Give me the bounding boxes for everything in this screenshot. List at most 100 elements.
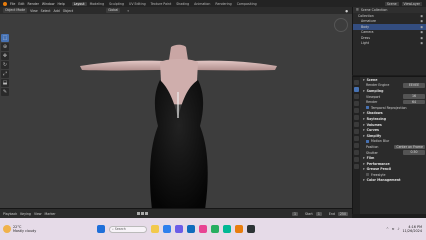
- eye-icon[interactable]: ◉: [420, 19, 423, 23]
- viewport-menu-view[interactable]: View: [30, 9, 38, 13]
- blender-icon[interactable]: [235, 225, 243, 233]
- world-tab-icon[interactable]: [354, 115, 359, 120]
- character-model[interactable]: [0, 14, 352, 208]
- checkbox[interactable]: [366, 173, 369, 177]
- timeline-menu-marker[interactable]: Marker: [45, 212, 56, 216]
- field-value[interactable]: 16: [403, 94, 425, 99]
- section-label[interactable]: Color Management: [367, 178, 401, 182]
- weather-widget[interactable]: 22°C Mostly cloudy: [3, 225, 57, 233]
- menu-render[interactable]: Render: [28, 2, 39, 6]
- viewport-menu-add[interactable]: Add: [54, 9, 60, 13]
- timeline-menu-keying[interactable]: Keying: [20, 212, 31, 216]
- search-box[interactable]: ⌕ Search: [109, 225, 147, 233]
- timeline-menu-playback[interactable]: Playback: [3, 212, 17, 216]
- chevron-down-icon[interactable]: ▾: [363, 117, 365, 121]
- chevron-down-icon[interactable]: ▾: [363, 162, 365, 166]
- modifier-tab-icon[interactable]: [354, 129, 359, 134]
- workspace-tab-rendering[interactable]: Rendering: [213, 2, 233, 6]
- menu-edit[interactable]: Edit: [18, 2, 24, 6]
- viewport-menu-select[interactable]: Select: [41, 9, 51, 13]
- eye-icon[interactable]: ◉: [420, 14, 423, 18]
- speaker-icon[interactable]: ♪: [397, 227, 399, 231]
- section-label[interactable]: Raytracing: [367, 117, 386, 121]
- scene-tab-icon[interactable]: [354, 108, 359, 113]
- browser-icon[interactable]: [163, 225, 171, 233]
- chevron-down-icon[interactable]: ▾: [363, 156, 365, 160]
- eye-icon[interactable]: ◉: [420, 41, 423, 45]
- physics-tab-icon[interactable]: [354, 143, 359, 148]
- tool-tab-icon[interactable]: [354, 80, 359, 85]
- mail-icon[interactable]: [187, 225, 195, 233]
- field-value[interactable]: 64: [403, 99, 425, 105]
- section-label[interactable]: Grease Pencil: [367, 167, 392, 171]
- chevron-down-icon[interactable]: ▾: [363, 134, 365, 138]
- particles-tab-icon[interactable]: [354, 136, 359, 141]
- media-icon[interactable]: [199, 225, 207, 233]
- outliner-row[interactable]: Light ◉: [353, 41, 426, 47]
- section-label[interactable]: Sampling: [367, 89, 384, 93]
- eye-icon[interactable]: ◉: [420, 36, 423, 40]
- current-frame-field[interactable]: 1: [291, 211, 299, 216]
- chevron-down-icon[interactable]: ▾: [363, 89, 365, 93]
- workspace-tab-animation[interactable]: Animation: [192, 2, 212, 6]
- start-frame-field[interactable]: 1: [315, 211, 322, 216]
- shading-solid-icon[interactable]: ●: [345, 9, 348, 13]
- jump-start-icon[interactable]: [136, 212, 140, 215]
- play-icon[interactable]: [140, 212, 144, 215]
- material-tab-icon[interactable]: [354, 164, 359, 169]
- transform-orientation[interactable]: Global: [106, 8, 121, 13]
- field-value[interactable]: EEVEE: [403, 83, 425, 88]
- render-tab-icon[interactable]: [354, 87, 359, 92]
- 3d-viewport[interactable]: ⬚ ⊕ ✥ ↻ ⤢ ⬓ ✎: [0, 14, 352, 208]
- view-layer-tab-icon[interactable]: [354, 101, 359, 106]
- timeline-menu-view[interactable]: View: [34, 212, 42, 216]
- view-layer-selector[interactable]: ViewLayer: [401, 1, 422, 6]
- workspace-tab-shading[interactable]: Shading: [174, 2, 191, 6]
- chevron-down-icon[interactable]: ▾: [363, 123, 365, 127]
- menu-window[interactable]: Window: [42, 2, 55, 6]
- chat-icon[interactable]: [211, 225, 219, 233]
- file-explorer-icon[interactable]: [151, 225, 159, 233]
- viewport-menu-object[interactable]: Object: [63, 9, 73, 13]
- store-icon[interactable]: [175, 225, 183, 233]
- chevron-down-icon[interactable]: ▾: [363, 167, 365, 171]
- terminal-icon[interactable]: [247, 225, 255, 233]
- jump-end-icon[interactable]: [144, 212, 148, 215]
- object-tab-icon[interactable]: [354, 122, 359, 127]
- wifi-icon[interactable]: ≋: [392, 227, 395, 231]
- photos-icon[interactable]: [223, 225, 231, 233]
- clock[interactable]: 4:16 PM 11/26/2024: [402, 225, 422, 233]
- section-label[interactable]: Simplify: [367, 134, 382, 138]
- section-label[interactable]: Curves: [367, 128, 379, 132]
- field-value[interactable]: Center on Frame: [394, 144, 425, 150]
- section-label[interactable]: Shadows: [367, 111, 383, 115]
- chevron-down-icon[interactable]: ▾: [363, 178, 365, 182]
- menu-help[interactable]: Help: [57, 2, 64, 6]
- field-value[interactable]: 0.50: [403, 150, 425, 155]
- chevron-down-icon[interactable]: ▾: [363, 128, 365, 132]
- constraints-tab-icon[interactable]: [354, 150, 359, 155]
- chevron-down-icon[interactable]: ▾: [363, 78, 365, 82]
- workspace-tab-modeling[interactable]: Modeling: [88, 2, 107, 6]
- snap-icon[interactable]: ⌖: [127, 9, 129, 13]
- workspace-tab-texture-paint[interactable]: Texture Paint: [149, 2, 174, 6]
- mode-selector[interactable]: Object Mode: [3, 8, 28, 13]
- workspace-tab-uv-editing[interactable]: UV Editing: [127, 2, 148, 6]
- workspace-tab-compositing[interactable]: Compositing: [235, 2, 259, 6]
- scene-selector[interactable]: Scene: [384, 1, 399, 6]
- section-label[interactable]: Film: [367, 156, 375, 160]
- end-frame-field[interactable]: 250: [337, 211, 348, 216]
- data-tab-icon[interactable]: [354, 157, 359, 162]
- chevron-up-icon[interactable]: ^: [386, 227, 389, 231]
- start-icon[interactable]: [97, 225, 105, 233]
- section-label[interactable]: Volumes: [367, 123, 382, 127]
- menu-file[interactable]: File: [10, 2, 15, 6]
- chevron-down-icon[interactable]: ▾: [363, 111, 365, 115]
- blender-logo-icon[interactable]: [3, 1, 7, 6]
- section-label[interactable]: Scene: [367, 78, 378, 82]
- output-tab-icon[interactable]: [354, 94, 359, 99]
- checkbox[interactable]: [366, 106, 369, 110]
- workspace-tab-layout[interactable]: Layout: [71, 1, 87, 6]
- checkbox[interactable]: [366, 139, 369, 143]
- section-label[interactable]: Performance: [367, 162, 390, 166]
